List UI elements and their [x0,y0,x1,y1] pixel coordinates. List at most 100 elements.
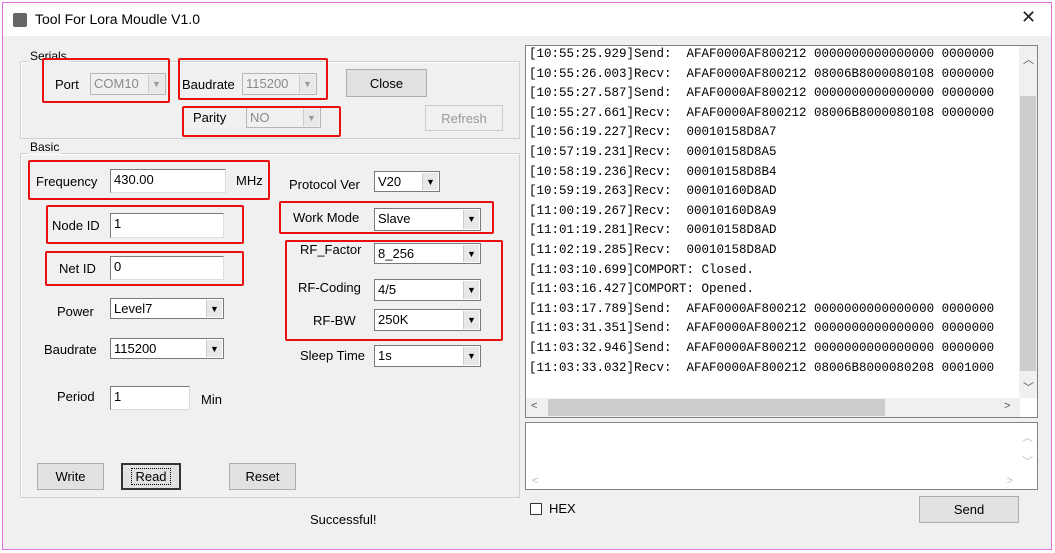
rf-bw-select[interactable]: 250K ▼ [374,309,481,331]
log-line: [11:00:19.267]Recv: 00010160D8A9 [529,203,777,218]
log-line: [11:03:32.946]Send: AFAF0000AF800212 000… [529,340,995,355]
chevron-down-icon: ▼ [463,347,479,365]
chevron-down-icon: ▼ [463,210,479,229]
serial-baudrate-label: Baudrate [182,77,235,92]
scroll-up-icon[interactable]: ︿ [1023,51,1034,67]
window-title: Tool For Lora Moudle V1.0 [35,11,200,27]
period-label: Period [57,389,95,404]
hex-label: HEX [549,501,576,516]
horizontal-scroll-thumb[interactable] [548,399,885,416]
net-id-label: Net ID [59,261,96,276]
basic-group-label: Basic [28,140,62,154]
port-select[interactable]: COM10 ▼ [90,73,166,95]
refresh-button[interactable]: Refresh [425,105,503,131]
log-line: [10:55:27.661]Recv: AFAF0000AF800212 080… [529,105,995,120]
chevron-down-icon: ▼ [303,109,319,126]
chevron-down-icon: ▼ [463,311,479,329]
hex-checkbox[interactable] [530,503,542,515]
serials-group-label: Serials [28,49,69,63]
log-line: [11:03:10.699]COMPORT: Closed. [529,262,755,277]
read-button[interactable]: Read [121,463,181,490]
protocol-ver-label: Protocol Ver [289,177,360,192]
scroll-left-icon[interactable]: < [531,400,537,412]
scroll-left-icon: < [532,475,539,487]
app-icon [13,13,27,27]
log-line: [11:03:16.427]COMPORT: Opened. [529,282,755,297]
vertical-scroll-thumb[interactable] [1020,96,1036,371]
log-horizontal-scrollbar[interactable]: < > [526,398,1020,417]
power-select[interactable]: Level7 ▼ [110,298,224,319]
serial-baudrate-value: 115200 [246,76,289,91]
chevron-down-icon: ▼ [206,340,222,357]
power-label: Power [57,304,94,319]
frequency-input[interactable]: 430.00 [110,169,226,193]
log-line: [11:03:33.032]Recv: AFAF0000AF800212 080… [529,360,995,375]
protocol-ver-value: V20 [378,174,402,189]
send-input[interactable]: ︿ ﹀ < > [525,422,1038,490]
work-mode-value: Slave [378,211,411,226]
log-vertical-scrollbar[interactable]: ︿ ﹀ [1019,46,1037,398]
rf-coding-value: 4/5 [378,282,397,297]
baudrate-select[interactable]: 115200 ▼ [110,338,224,359]
sleep-time-select[interactable]: 1s ▼ [374,345,481,367]
net-id-input[interactable]: 0 [110,256,224,280]
chevron-down-icon: ▼ [422,173,438,190]
log-line: [10:56:19.227]Recv: 00010158D8A7 [529,125,777,140]
work-mode-label: Work Mode [293,210,360,225]
log-line: [10:59:19.263]Recv: 00010160D8AD [529,184,777,199]
power-value: Level7 [114,301,153,316]
log-output[interactable]: [10:55:25.929]Send: AFAF0000AF800212 000… [525,45,1038,418]
scroll-up-icon: ︿ [1022,432,1033,444]
rf-factor-select[interactable]: 8_256 ▼ [374,243,481,264]
log-line: [10:58:19.236]Recv: 00010158D8B4 [529,164,777,179]
sleep-time-label: Sleep Time [300,348,366,363]
rf-coding-label: RF-Coding [298,280,361,295]
log-line: [10:57:19.231]Recv: 00010158D8A5 [529,144,777,159]
chevron-down-icon: ▼ [463,245,479,262]
log-lines: [10:55:25.929]Send: AFAF0000AF800212 000… [529,46,1017,378]
rf-factor-value: 8_256 [378,246,415,261]
write-button[interactable]: Write [37,463,104,490]
close-port-button[interactable]: Close [346,69,427,97]
title-bar: Tool For Lora Moudle V1.0 ✕ [3,3,1051,36]
log-line: [10:55:27.587]Send: AFAF0000AF800212 000… [529,86,995,101]
scroll-down-icon: ﹀ [1022,456,1033,468]
reset-button[interactable]: Reset [229,463,296,490]
period-unit: Min [201,392,222,407]
log-line: [11:01:19.281]Recv: 00010158D8AD [529,223,777,238]
chevron-down-icon: ▼ [206,300,222,317]
sleep-time-value: 1s [378,348,392,363]
frequency-unit: MHz [236,173,263,188]
scroll-right-icon: > [1006,475,1013,487]
chevron-down-icon: ▼ [463,281,479,299]
rf-factor-label: RF_Factor [300,242,362,257]
parity-value: NO [250,110,270,125]
parity-label: Parity [193,110,227,125]
serial-baudrate-select[interactable]: 115200 ▼ [242,73,317,95]
log-line: [11:02:19.285]Recv: 00010158D8AD [529,242,777,257]
parity-select[interactable]: NO ▼ [246,107,321,128]
period-input[interactable]: 1 [110,386,190,410]
log-line: [11:03:17.789]Send: AFAF0000AF800212 000… [529,301,995,316]
send-button[interactable]: Send [919,496,1019,523]
rf-coding-select[interactable]: 4/5 ▼ [374,279,481,301]
log-line: [10:55:26.003]Recv: AFAF0000AF800212 080… [529,66,995,81]
log-line: [11:03:31.351]Send: AFAF0000AF800212 000… [529,321,995,336]
rf-bw-label: RF-BW [313,313,356,328]
rf-bw-value: 250K [378,312,409,327]
node-id-input[interactable]: 1 [110,213,224,238]
port-label: Port [55,77,79,92]
scroll-down-icon[interactable]: ﹀ [1023,379,1034,395]
node-id-label: Node ID [52,218,100,233]
baudrate-value: 115200 [114,341,157,356]
scroll-right-icon[interactable]: > [1004,400,1010,412]
close-window-icon[interactable]: ✕ [1021,7,1036,28]
protocol-ver-select[interactable]: V20 ▼ [374,171,440,192]
work-mode-select[interactable]: Slave ▼ [374,208,481,231]
status-text: Successful! [310,512,377,527]
frequency-label: Frequency [36,174,98,189]
baudrate-label: Baudrate [44,342,97,357]
chevron-down-icon: ▼ [299,75,315,93]
port-value: COM10 [94,76,139,91]
log-line: [10:55:25.929]Send: AFAF0000AF800212 000… [529,47,995,61]
